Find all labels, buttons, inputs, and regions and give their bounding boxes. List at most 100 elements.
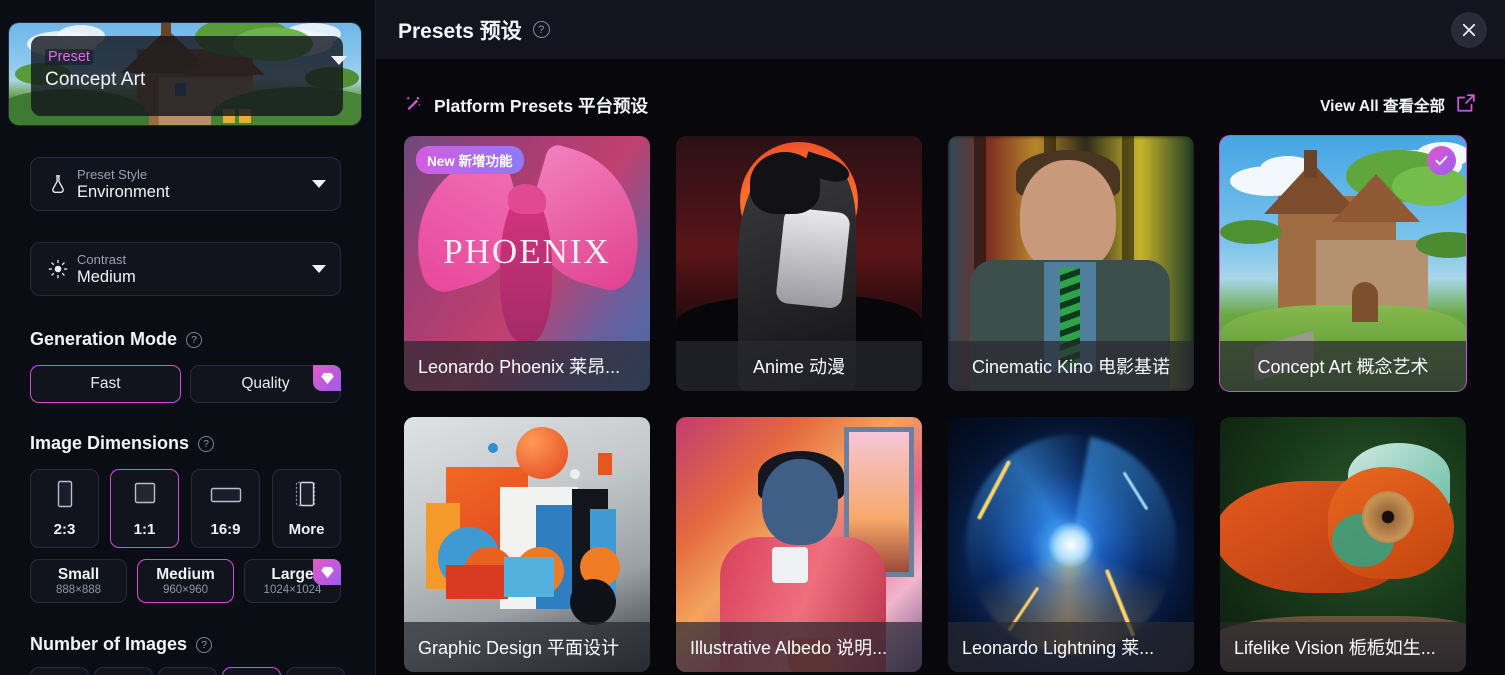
question-mark-icon[interactable]: ? [196, 636, 213, 653]
preset-label: Preset [45, 49, 93, 65]
size-large-dims: 1024×1024 [263, 583, 322, 596]
preset-style-value: Environment [77, 182, 170, 201]
preset-caption: Graphic Design 平面设计 [404, 622, 650, 672]
preset-card-leonardo-lightning[interactable]: Leonardo Lightning 莱... [948, 417, 1194, 672]
preset-card-anime[interactable]: Anime 动漫 [676, 136, 922, 391]
platform-presets-section-header: Platform Presets 平台预设 View All 查看全部 [404, 93, 1477, 117]
size-large-label: Large [271, 565, 314, 583]
presets-panel-header: Presets 预设 ? [376, 0, 1505, 59]
preset-value: Concept Art [45, 69, 146, 90]
number-of-images-option-3[interactable] [158, 667, 217, 675]
preset-title: Cinematic Kino 电影基诺 [971, 357, 1171, 377]
premium-gem-icon [313, 365, 341, 391]
size-small-dims: 888×888 [55, 583, 102, 596]
number-of-images-option-5[interactable] [286, 667, 345, 675]
preset-caption: Anime 动漫 [676, 341, 922, 391]
preset-card-cinematic-kino[interactable]: Cinematic Kino 电影基诺 [948, 136, 1194, 391]
preset-card-illustrative-albedo[interactable]: Illustrative Albedo 说明... [676, 417, 922, 672]
phoenix-wordmark: PHOENIX [443, 232, 611, 271]
ratio-label-1-1: 1:1 [133, 521, 156, 538]
ratio-label-2-3: 2:3 [53, 521, 76, 538]
preset-card-lifelike-vision[interactable]: Lifelike Vision 栀栀如生... [1220, 417, 1466, 672]
flask-icon [45, 171, 71, 197]
preset-caption: Cinematic Kino 电影基诺 [948, 341, 1194, 391]
size-medium-label: Medium [156, 565, 215, 583]
preset-overlay: Preset Concept Art [31, 36, 343, 116]
new-badge: New 新增功能 [416, 146, 524, 174]
settings-sidebar: Preset Concept Art Preset Style Environm… [0, 0, 376, 675]
generation-mode-quality-label: Quality [241, 375, 290, 392]
external-link-icon [1455, 92, 1477, 119]
preset-caption: Illustrative Albedo 说明... [676, 622, 922, 672]
size-button-medium[interactable]: Medium 960×960 [137, 559, 234, 603]
preset-title: Graphic Design 平面设计 [418, 638, 620, 658]
ratio-button-1-1[interactable]: 1:1 [110, 469, 179, 548]
number-of-images-option-2[interactable] [94, 667, 153, 675]
question-mark-icon[interactable]: ? [532, 21, 550, 38]
view-all-button[interactable]: View All 查看全部 [1320, 92, 1477, 119]
square-rect-icon [132, 479, 158, 514]
ratio-button-16-9[interactable]: 16:9 [191, 469, 260, 548]
selected-check-icon [1427, 146, 1456, 175]
number-of-images-option-4[interactable] [222, 667, 281, 675]
contrast-dropdown[interactable]: Contrast Medium [30, 242, 341, 296]
preset-style-dropdown[interactable]: Preset Style Environment [30, 157, 341, 211]
magic-wand-icon [404, 93, 423, 117]
generation-mode-title: Generation Mode [30, 329, 178, 349]
generation-mode-fast-button[interactable]: Fast [30, 365, 181, 403]
premium-gem-icon [313, 559, 341, 585]
chevron-down-icon[interactable] [312, 180, 326, 188]
preset-style-text: Preset Style Environment [77, 167, 312, 202]
preset-caption: Concept Art 概念艺术 [1220, 341, 1466, 391]
ratio-button-more[interactable]: More [272, 469, 341, 548]
image-dimensions-title: Image Dimensions [30, 433, 190, 453]
close-button[interactable] [1451, 12, 1487, 48]
sun-icon [45, 256, 71, 282]
size-button-large[interactable]: Large 1024×1024 [244, 559, 341, 603]
preset-caption: Leonardo Lightning 莱... [948, 622, 1194, 672]
view-all-label: View All 查看全部 [1320, 98, 1445, 115]
preset-caption: Lifelike Vision 栀栀如生... [1220, 622, 1466, 672]
page-title: Presets 预设 [398, 19, 522, 43]
preset-card-leonardo-phoenix[interactable]: PHOENIX New 新增功能 Leonardo Phoenix 莱昂... [404, 136, 650, 391]
contrast-label: Contrast [77, 251, 127, 267]
image-dimensions-heading: Image Dimensions ? [30, 433, 215, 454]
preset-card-concept-art[interactable]: Concept Art 概念艺术 [1219, 135, 1467, 392]
generation-mode-fast-label: Fast [90, 375, 121, 392]
question-mark-icon[interactable]: ? [186, 331, 203, 348]
presets-panel-body: Platform Presets 平台预设 View All 查看全部 PHOE… [376, 59, 1505, 675]
generation-mode-quality-button[interactable]: Quality [190, 365, 341, 403]
size-button-small[interactable]: Small 888×888 [30, 559, 127, 603]
presets-panel: Presets 预设 ? Platform Presets 平台预设 View … [376, 0, 1505, 675]
presets-grid: PHOENIX New 新增功能 Leonardo Phoenix 莱昂... [404, 135, 1477, 672]
ratio-button-2-3[interactable]: 2:3 [30, 469, 99, 548]
preset-title: Illustrative Albedo 说明... [690, 638, 888, 658]
chevron-down-icon[interactable] [312, 265, 326, 273]
preset-style-label: Preset Style [77, 166, 148, 182]
size-small-label: Small [57, 565, 100, 583]
preset-title: Concept Art 概念艺术 [1257, 357, 1429, 377]
app-root: Preset Concept Art Preset Style Environm… [0, 0, 1505, 675]
number-of-images-option-1[interactable] [30, 667, 89, 675]
preset-caption: Leonardo Phoenix 莱昂... [404, 341, 650, 391]
contrast-text: Contrast Medium [77, 252, 312, 287]
preset-title: Leonardo Phoenix 莱昂... [418, 357, 621, 377]
number-of-images-heading: Number of Images ? [30, 634, 213, 655]
more-ratios-icon [292, 479, 322, 514]
chevron-down-icon[interactable] [331, 56, 347, 65]
generation-mode-heading: Generation Mode ? [30, 329, 203, 350]
preset-card-graphic-design[interactable]: Graphic Design 平面设计 [404, 417, 650, 672]
size-medium-dims: 960×960 [162, 583, 209, 596]
ratio-label-more: More [288, 521, 325, 538]
number-of-images-title: Number of Images [30, 634, 188, 654]
landscape-rect-icon [209, 479, 243, 514]
platform-presets-title: Platform Presets 平台预设 [434, 95, 648, 116]
preset-title: Lifelike Vision 栀栀如生... [1234, 638, 1436, 658]
portrait-rect-icon [54, 479, 76, 514]
ratio-label-16-9: 16:9 [210, 521, 241, 538]
preset-title: Anime 动漫 [752, 357, 846, 377]
preset-selector[interactable]: Preset Concept Art [8, 22, 362, 126]
question-mark-icon[interactable]: ? [198, 435, 215, 452]
preset-title: Leonardo Lightning 莱... [962, 638, 1155, 658]
contrast-value: Medium [77, 267, 136, 286]
